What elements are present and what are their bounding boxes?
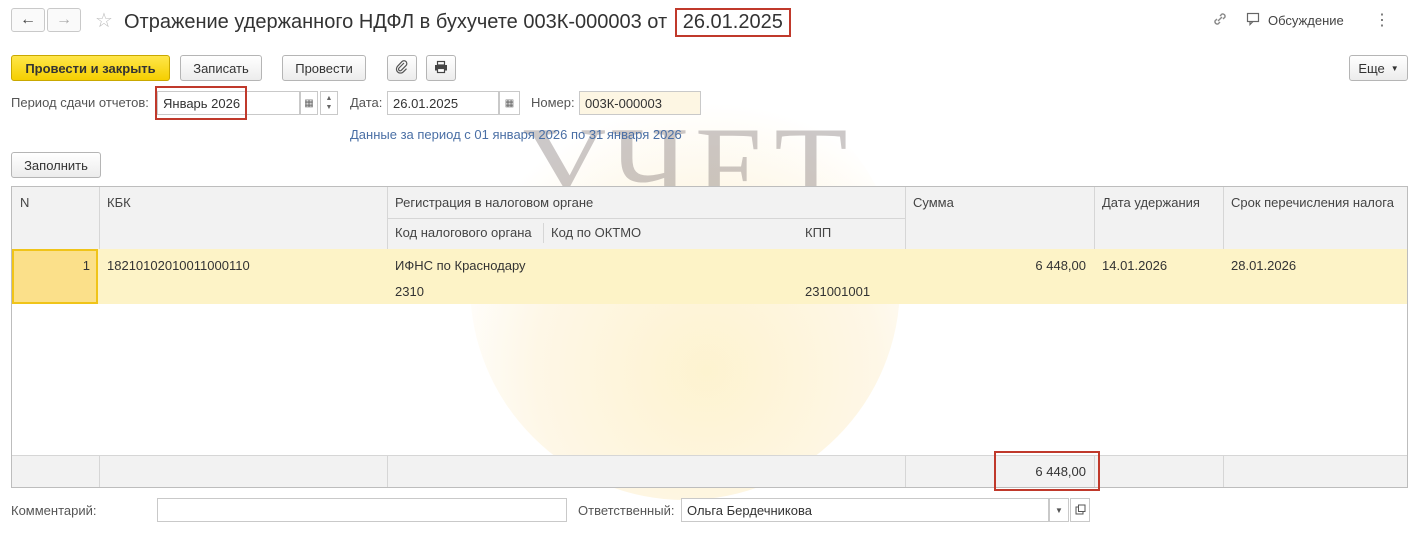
cell-kbk[interactable]: 18210102010011000110 bbox=[107, 258, 250, 273]
title-text: Отражение удержанного НДФЛ в бухучете 00… bbox=[124, 11, 668, 33]
table-row[interactable]: 1 18210102010011000110 ИФНС по Краснодар… bbox=[12, 249, 1407, 304]
total-highlight bbox=[994, 451, 1100, 491]
date-calendar-button[interactable]: ▦ bbox=[499, 91, 520, 115]
period-calendar-button[interactable]: ▦ bbox=[300, 91, 318, 115]
responsible-label: Ответственный: bbox=[578, 503, 675, 518]
col-header-kpp[interactable]: КПП bbox=[797, 218, 905, 249]
responsible-open-button[interactable] bbox=[1070, 498, 1090, 522]
post-and-close-button[interactable]: Провести и закрыть bbox=[11, 55, 170, 81]
date-label: Дата: bbox=[350, 95, 383, 110]
period-label: Период сдачи отчетов: bbox=[11, 95, 149, 110]
cell-deadline[interactable]: 28.01.2026 bbox=[1231, 258, 1296, 273]
date-field[interactable]: 26.01.2025 bbox=[387, 91, 499, 115]
withholding-table: N КБК Регистрация в налоговом органе Код… bbox=[11, 186, 1408, 488]
divider bbox=[905, 187, 906, 249]
print-button[interactable] bbox=[426, 55, 456, 81]
chevron-down-icon: ▼ bbox=[1390, 63, 1399, 73]
spinner-down-icon[interactable]: ▼ bbox=[326, 103, 333, 112]
fill-button[interactable]: Заполнить bbox=[11, 152, 101, 178]
number-value: 003К-000003 bbox=[585, 95, 662, 111]
responsible-field[interactable]: Ольга Бердечникова bbox=[681, 498, 1049, 522]
col-header-sum[interactable]: Сумма bbox=[905, 187, 1094, 249]
divider bbox=[1223, 187, 1224, 249]
cell-tax-code[interactable]: 2310 bbox=[395, 284, 424, 299]
printer-icon bbox=[434, 60, 448, 77]
divider bbox=[1094, 187, 1095, 249]
spinner-up-icon[interactable]: ▲ bbox=[326, 94, 333, 103]
back-button[interactable]: ← bbox=[11, 8, 45, 32]
responsible-value: Ольга Бердечникова bbox=[687, 502, 812, 518]
responsible-dropdown-button[interactable]: ▼ bbox=[1049, 498, 1069, 522]
col-header-oktmo[interactable]: Код по ОКТМО bbox=[543, 218, 797, 249]
cell-sum[interactable]: 6 448,00 bbox=[905, 258, 1086, 273]
page-title: Отражение удержанного НДФЛ в бухучете 00… bbox=[124, 8, 791, 37]
col-header-kbk[interactable]: КБК bbox=[99, 187, 387, 249]
arrow-left-icon: ← bbox=[20, 11, 36, 28]
discussion-button[interactable]: Обсуждение bbox=[1246, 12, 1344, 29]
date-value: 26.01.2025 bbox=[393, 95, 459, 111]
cell-kpp[interactable]: 231001001 bbox=[805, 284, 870, 299]
col-header-withhold-date[interactable]: Дата удержания bbox=[1094, 187, 1223, 249]
open-window-icon bbox=[1075, 503, 1086, 518]
comment-input[interactable] bbox=[157, 498, 567, 522]
chat-icon bbox=[1246, 12, 1262, 29]
title-date: 26.01.2025 bbox=[674, 8, 791, 37]
table-footer: 6 448,00 bbox=[12, 455, 1407, 487]
col-header-registration[interactable]: Регистрация в налоговом органе bbox=[387, 187, 905, 218]
comment-label: Комментарий: bbox=[11, 503, 97, 518]
number-field[interactable]: 003К-000003 bbox=[579, 91, 701, 115]
divider bbox=[543, 223, 544, 243]
divider bbox=[387, 218, 905, 219]
more-label: Еще bbox=[1358, 60, 1385, 76]
favorite-star-icon[interactable]: ☆ bbox=[95, 8, 113, 33]
cell-ifns[interactable]: ИФНС по Краснодару bbox=[395, 258, 526, 273]
divider bbox=[99, 187, 100, 249]
forward-button[interactable]: → bbox=[47, 8, 81, 32]
period-hint: Данные за период с 01 января 2026 по 31 … bbox=[350, 127, 682, 142]
calendar-icon: ▦ bbox=[304, 97, 314, 109]
period-spinner[interactable]: ▲ ▼ bbox=[320, 91, 338, 115]
attach-button[interactable] bbox=[387, 55, 417, 81]
chevron-down-icon: ▼ bbox=[1055, 505, 1063, 515]
more-menu-button[interactable]: Еще ▼ bbox=[1349, 55, 1408, 81]
post-button[interactable]: Провести bbox=[282, 55, 366, 81]
divider bbox=[1223, 456, 1224, 487]
col-header-tax-code[interactable]: Код налогового органа bbox=[387, 218, 543, 249]
period-highlight bbox=[155, 86, 247, 120]
more-vertical-icon[interactable]: ⋮ bbox=[1374, 10, 1390, 30]
arrow-right-icon: → bbox=[56, 11, 72, 28]
divider bbox=[387, 456, 388, 487]
divider bbox=[99, 456, 100, 487]
save-button[interactable]: Записать bbox=[180, 55, 262, 81]
paperclip-icon bbox=[395, 59, 409, 77]
cell-withhold-date[interactable]: 14.01.2026 bbox=[1102, 258, 1167, 273]
discussion-label: Обсуждение bbox=[1268, 13, 1344, 28]
col-header-deadline[interactable]: Срок перечисления налога bbox=[1223, 187, 1407, 249]
number-label: Номер: bbox=[531, 95, 575, 110]
cell-n[interactable]: 1 bbox=[12, 249, 98, 304]
link-icon[interactable] bbox=[1212, 11, 1228, 30]
col-header-n[interactable]: N bbox=[12, 187, 99, 249]
calendar-icon: ▦ bbox=[504, 97, 515, 109]
